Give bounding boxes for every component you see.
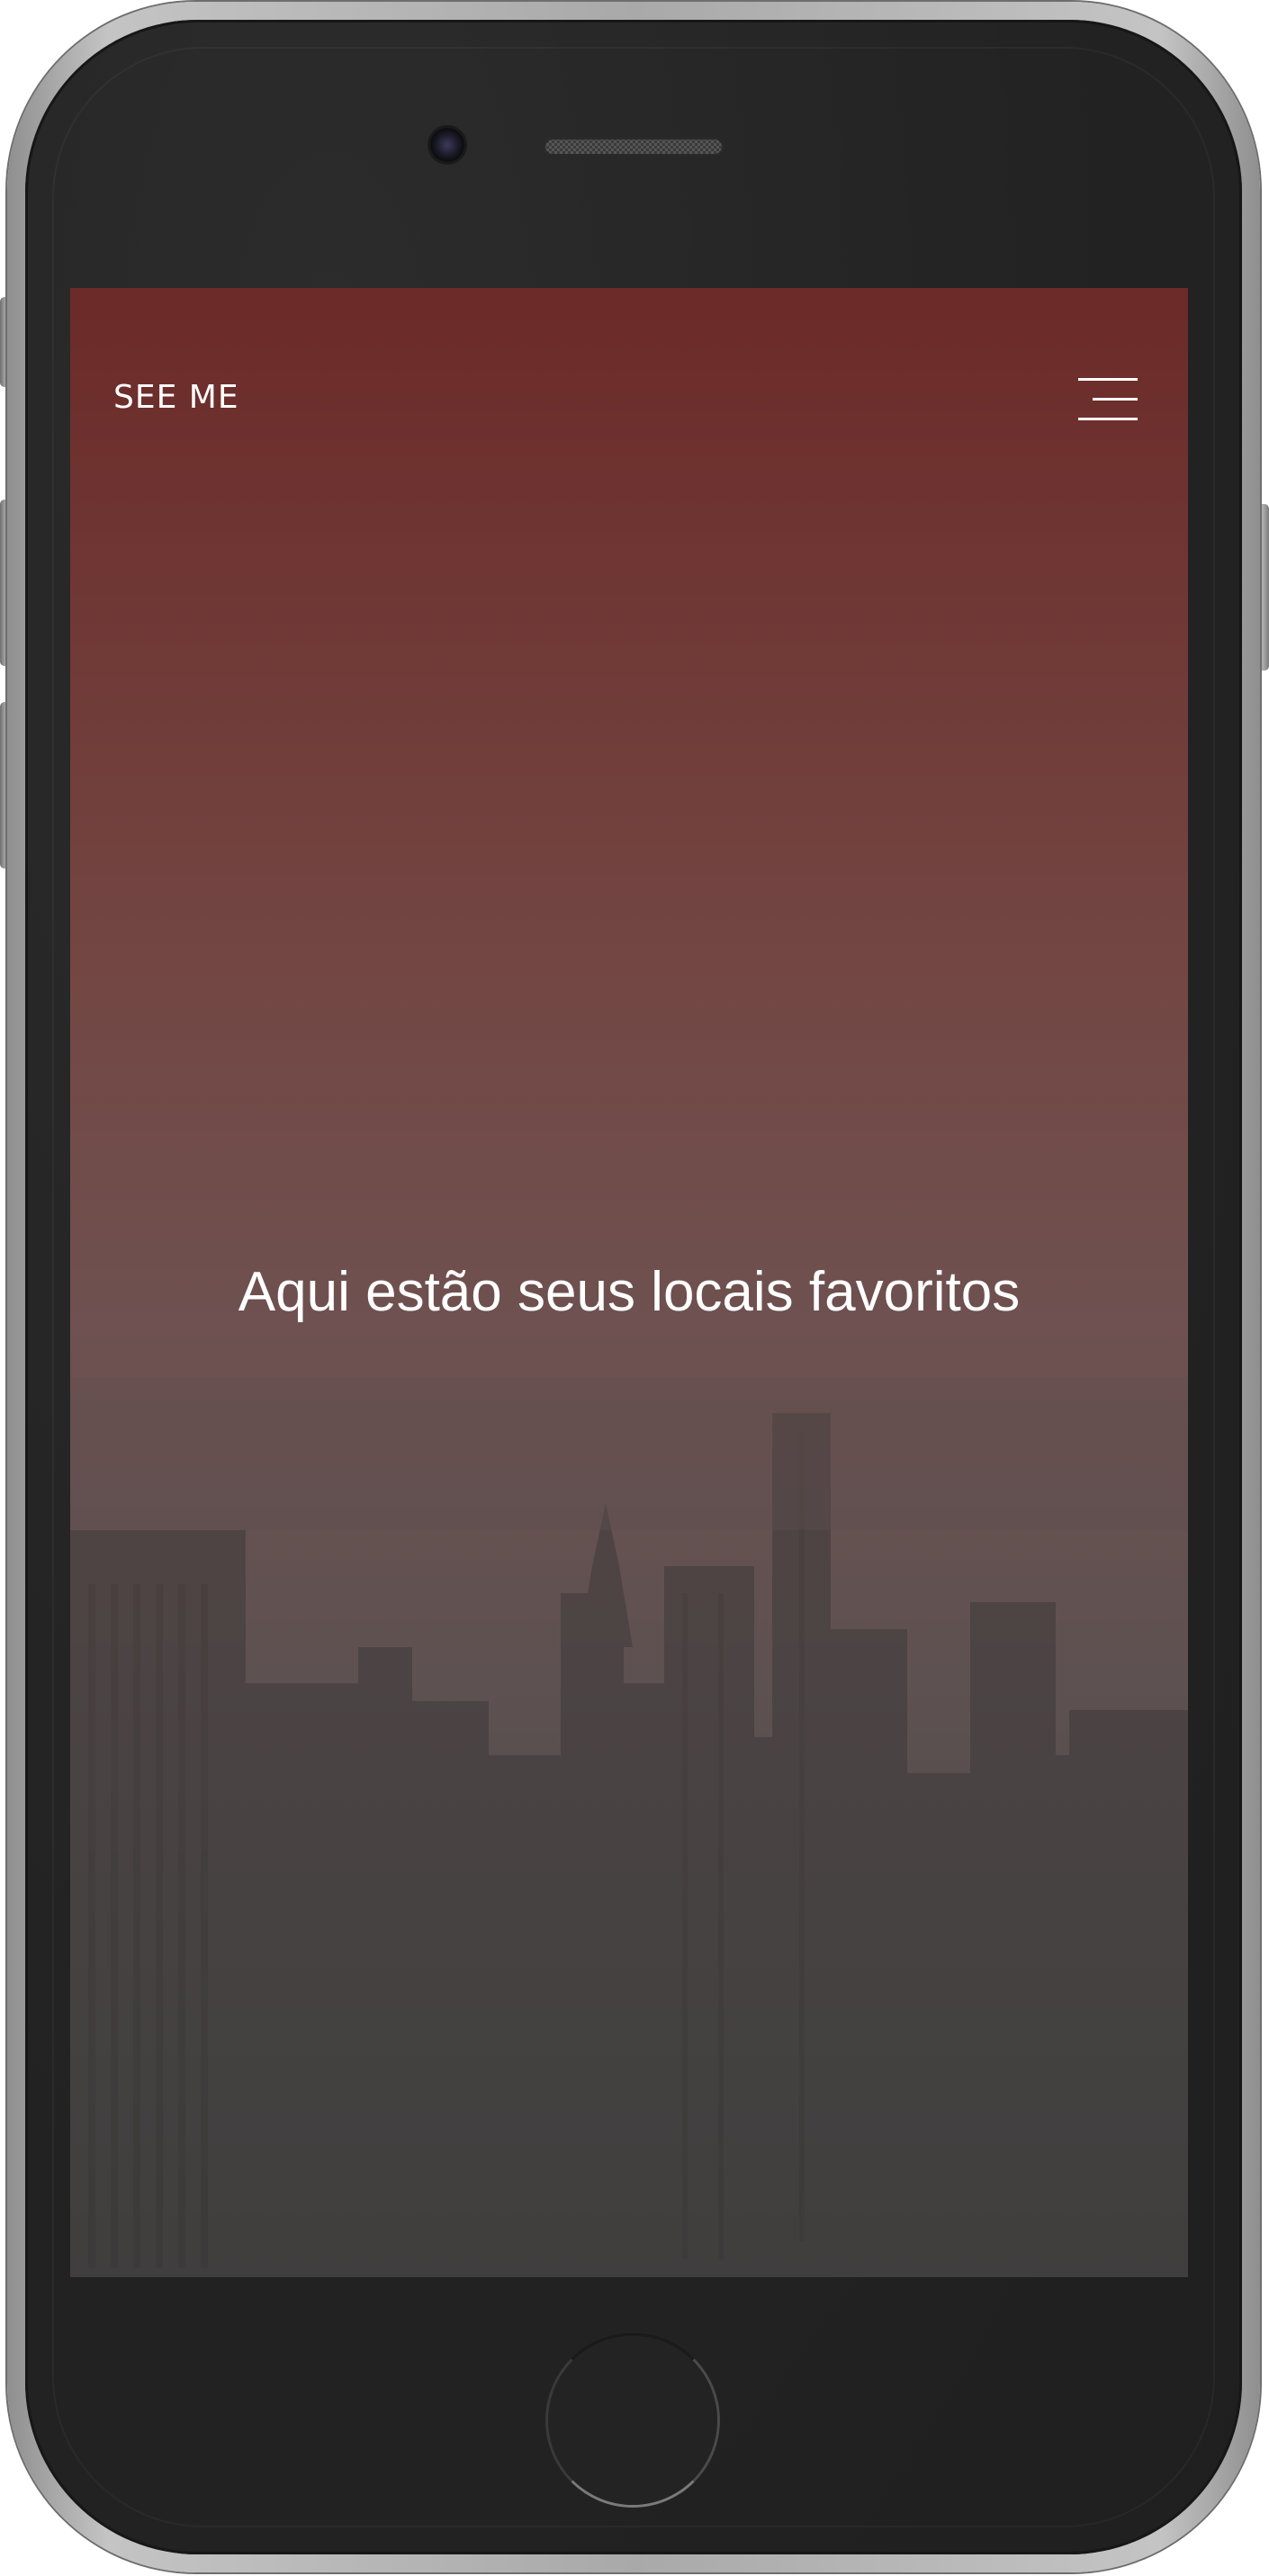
page-headline: Aqui estão seus locais favoritos <box>238 1261 1021 1323</box>
phone-mockup: SEE ME Aqui estão seus locais favoritos <box>0 0 1269 2576</box>
front-camera <box>430 128 464 162</box>
app-screen: SEE ME Aqui estão seus locais favoritos <box>70 288 1188 2277</box>
hamburger-icon-line <box>1093 398 1138 401</box>
brand-logo[interactable]: SEE ME <box>113 379 239 416</box>
home-button[interactable] <box>545 2333 720 2508</box>
hamburger-icon-line <box>1078 378 1138 381</box>
city-skyline-background <box>70 1377 1188 2277</box>
earpiece-speaker <box>544 138 724 156</box>
menu-button[interactable] <box>1076 373 1141 428</box>
hamburger-icon-line <box>1078 418 1138 420</box>
